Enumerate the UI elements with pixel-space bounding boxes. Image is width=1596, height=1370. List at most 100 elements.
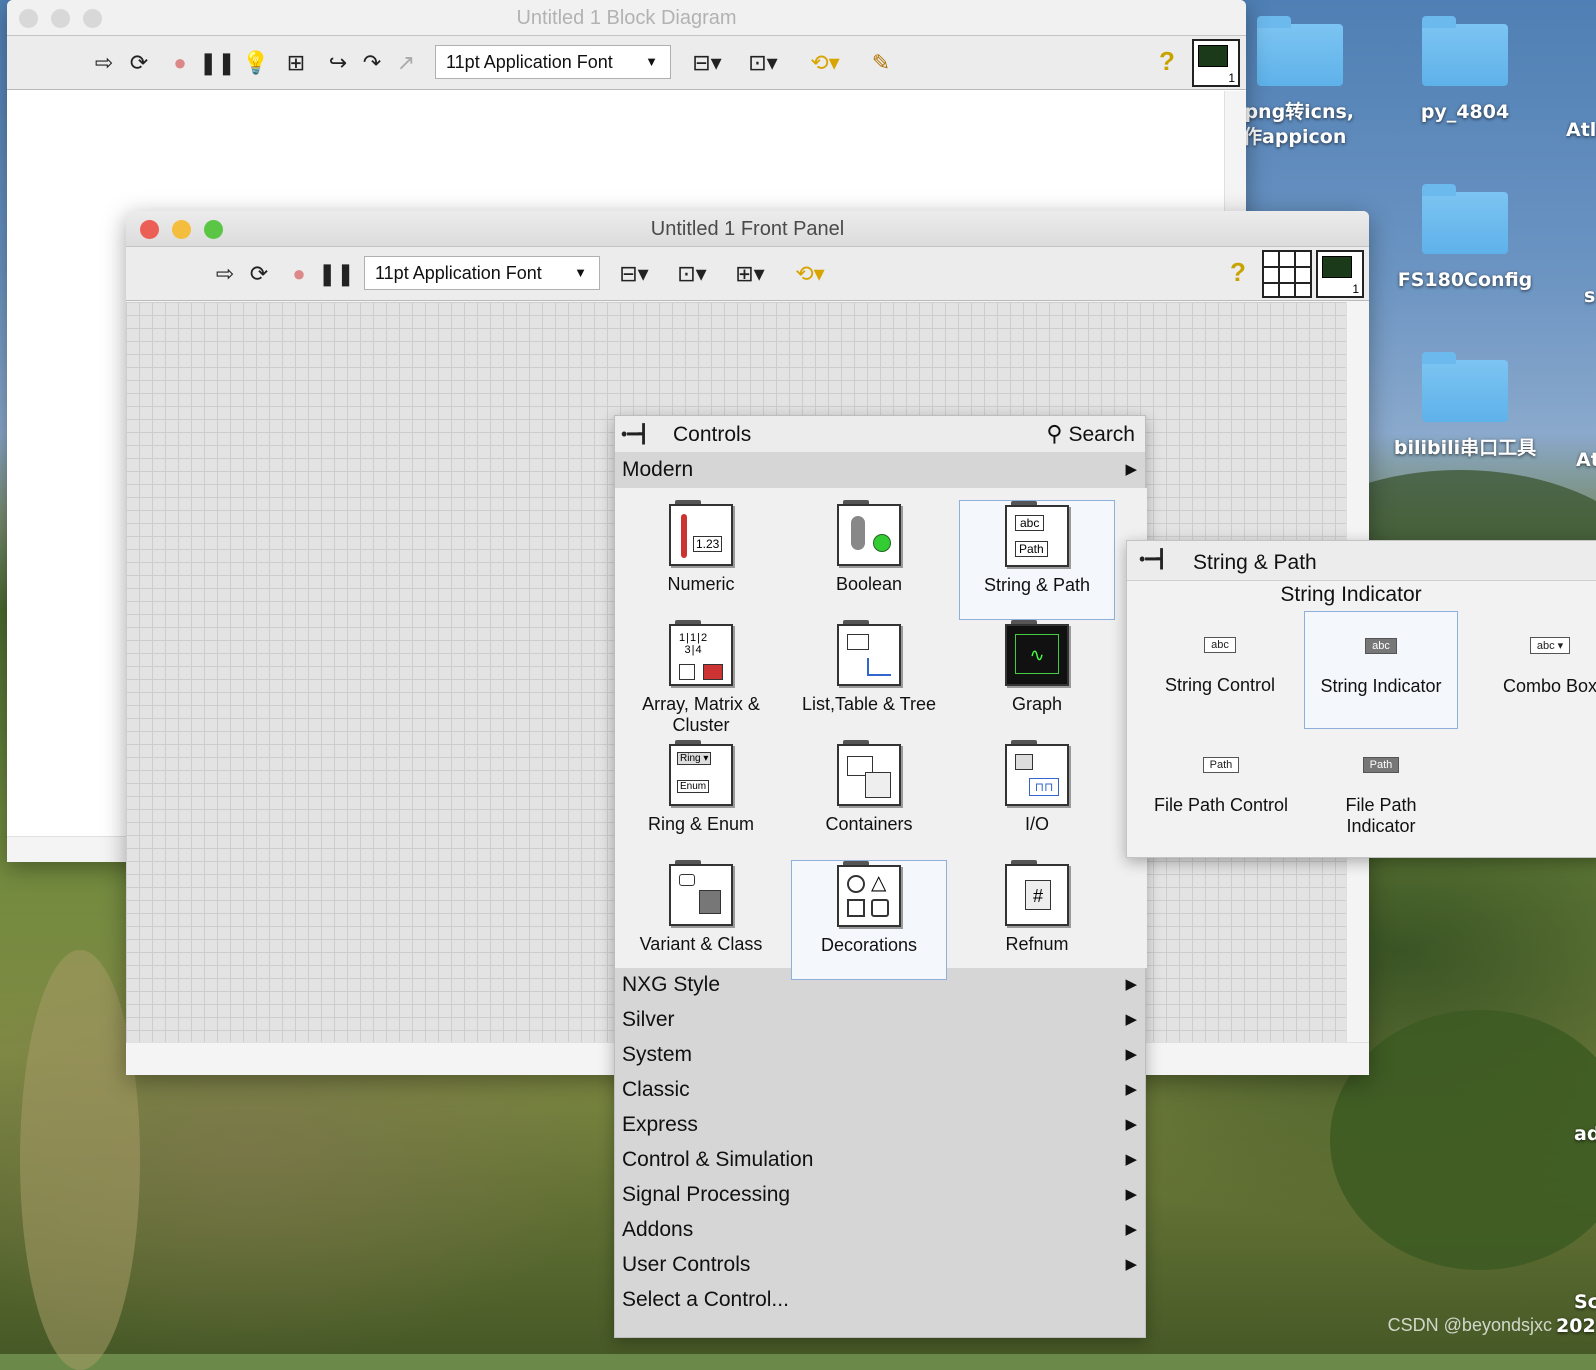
array-matrix-icon: 1|1|23|4 xyxy=(669,624,733,686)
desktop-folder-icon[interactable]: FS180Config xyxy=(1380,192,1550,293)
pin-icon[interactable]: •━┫ xyxy=(621,424,649,445)
tile-refnum[interactable]: # Refnum xyxy=(959,860,1115,980)
tile-graph[interactable]: ∿ Graph xyxy=(959,620,1115,740)
chevron-down-icon: ▼ xyxy=(574,257,587,289)
minimize-button[interactable] xyxy=(51,9,70,28)
minimize-button[interactable] xyxy=(172,220,191,239)
tile-decorations[interactable]: △ Decorations xyxy=(791,860,947,980)
desktop-item-partial[interactable]: At xyxy=(1576,434,1596,473)
desktop-item-partial[interactable]: s xyxy=(1584,270,1596,309)
select-a-control-item[interactable]: Select a Control... xyxy=(615,1282,1145,1317)
pause-icon[interactable]: ❚❚ xyxy=(318,259,348,289)
desktop-item-partial[interactable]: Atla xyxy=(1566,104,1596,143)
category-express[interactable]: Express ▶ xyxy=(615,1107,1145,1142)
tile-containers[interactable]: Containers xyxy=(791,740,947,860)
vi-icon-number: 1 xyxy=(1228,71,1235,85)
controls-palette[interactable]: •━┫ Controls ⚲Search Modern ▶ 1.23 Numer… xyxy=(614,415,1146,1338)
desktop-item-partial[interactable]: 202 xyxy=(1556,1300,1596,1339)
close-button[interactable] xyxy=(19,9,38,28)
sub-palette-title: String & Path xyxy=(1193,551,1317,575)
category-system[interactable]: System ▶ xyxy=(615,1037,1145,1072)
font-select[interactable]: 11pt Application Font ▼ xyxy=(364,256,600,290)
distribute-objects-icon[interactable]: ⊡▾ xyxy=(672,259,712,289)
distribute-objects-icon[interactable]: ⊡▾ xyxy=(743,48,783,78)
zoom-button[interactable] xyxy=(204,220,223,239)
category-modern[interactable]: Modern ▶ xyxy=(615,452,1145,487)
category-nxg-style[interactable]: NXG Style ▶ xyxy=(615,967,1145,1002)
desktop-folder-icon[interactable]: py_4804 xyxy=(1380,24,1550,125)
category-label: Addons xyxy=(622,1218,693,1241)
io-icon: ⊓⊓ xyxy=(1005,744,1069,806)
run-arrow-icon[interactable]: ⇨ xyxy=(89,48,119,78)
run-arrow-icon[interactable]: ⇨ xyxy=(210,259,240,289)
category-control-simulation[interactable]: Control & Simulation ▶ xyxy=(615,1142,1145,1177)
numeric-icon: 1.23 xyxy=(669,504,733,566)
category-silver[interactable]: Silver ▶ xyxy=(615,1002,1145,1037)
tile-file-path-control[interactable]: Path File Path Control xyxy=(1135,731,1307,849)
tile-string-indicator[interactable]: abc String Indicator xyxy=(1304,611,1458,729)
category-user-controls[interactable]: User Controls ▶ xyxy=(615,1247,1145,1282)
cleanup-diagram-icon[interactable]: ✎ xyxy=(861,48,901,78)
combo-box-glyph-text: abc xyxy=(1537,640,1555,652)
step-out-icon[interactable]: ↗ xyxy=(391,48,421,78)
folder-icon xyxy=(1422,192,1508,254)
tile-boolean[interactable]: Boolean xyxy=(791,500,947,620)
string-indicator-icon: abc xyxy=(1365,638,1397,654)
tile-string-path[interactable]: abc Path String & Path xyxy=(959,500,1115,620)
vi-icon[interactable]: 1 xyxy=(1316,250,1364,298)
tile-file-path-indicator[interactable]: Path File Path Indicator xyxy=(1304,731,1458,849)
desktop-folder-icon[interactable]: bilibili串口工具 xyxy=(1380,360,1550,461)
watermark-text: CSDN @beyondsjxc xyxy=(1388,1315,1552,1336)
reorder-icon[interactable]: ⟲▾ xyxy=(805,48,845,78)
tile-numeric[interactable]: 1.23 Numeric xyxy=(623,500,779,620)
highlight-execution-icon[interactable]: 💡 xyxy=(241,48,271,78)
block-diagram-titlebar[interactable]: Untitled 1 Block Diagram xyxy=(7,0,1246,36)
tile-string-control[interactable]: abc String Control xyxy=(1143,611,1297,729)
tile-list-table-tree[interactable]: List,Table & Tree xyxy=(791,620,947,740)
step-over-icon[interactable]: ↷ xyxy=(357,48,387,78)
string-path-palette[interactable]: •━┫ String & Path String Indicator abc S… xyxy=(1126,540,1596,858)
category-signal-processing[interactable]: Signal Processing ▶ xyxy=(615,1177,1145,1212)
help-icon[interactable]: ? xyxy=(1159,46,1175,77)
connector-pane-icon[interactable] xyxy=(1262,250,1312,298)
vi-icon[interactable]: 1 xyxy=(1192,39,1240,87)
tile-array-matrix-cluster[interactable]: 1|1|23|4 Array, Matrix & Cluster xyxy=(623,620,779,740)
run-continuous-icon[interactable]: ⟳ xyxy=(124,48,154,78)
tile-ring-enum[interactable]: Ring ▾ Enum Ring & Enum xyxy=(623,740,779,860)
category-addons[interactable]: Addons ▶ xyxy=(615,1212,1145,1247)
pin-icon[interactable]: •━┫ xyxy=(1139,549,1167,570)
font-select[interactable]: 11pt Application Font ▼ xyxy=(435,45,671,79)
chevron-right-icon: ▶ xyxy=(1125,1142,1137,1177)
pause-icon[interactable]: ❚❚ xyxy=(199,48,229,78)
resize-objects-icon[interactable]: ⊞▾ xyxy=(730,259,770,289)
reorder-icon[interactable]: ⟲▾ xyxy=(790,259,830,289)
tile-combo-box[interactable]: abc ▾ Combo Box xyxy=(1473,611,1596,729)
run-continuous-icon[interactable]: ⟳ xyxy=(244,259,274,289)
category-label: Modern xyxy=(622,458,693,481)
item-label: Atla xyxy=(1566,118,1596,143)
align-objects-icon[interactable]: ⊟▾ xyxy=(687,48,727,78)
tile-label: I/O xyxy=(959,814,1115,835)
step-into-icon[interactable]: ↪ xyxy=(323,48,353,78)
file-path-control-icon: Path xyxy=(1203,757,1240,773)
abort-icon[interactable]: ● xyxy=(284,259,314,289)
help-icon[interactable]: ? xyxy=(1230,257,1246,288)
abort-icon[interactable]: ● xyxy=(165,48,195,78)
tile-variant-class[interactable]: Variant & Class xyxy=(623,860,779,980)
tile-io[interactable]: ⊓⊓ I/O xyxy=(959,740,1115,860)
path-shape xyxy=(20,950,140,1370)
tile-label: Graph xyxy=(959,694,1115,715)
front-panel-titlebar[interactable]: Untitled 1 Front Panel xyxy=(126,211,1369,247)
close-button[interactable] xyxy=(140,220,159,239)
align-objects-icon[interactable]: ⊟▾ xyxy=(614,259,654,289)
category-classic[interactable]: Classic ▶ xyxy=(615,1072,1145,1107)
search-button[interactable]: ⚲Search xyxy=(1046,421,1135,447)
palette-title: Controls xyxy=(673,423,751,447)
font-select-value: 11pt Application Font xyxy=(446,52,613,72)
folder-label: py_4804 xyxy=(1380,100,1550,125)
retain-wire-values-icon[interactable]: ⊞ xyxy=(281,48,311,78)
folder-icon xyxy=(1422,24,1508,86)
zoom-button[interactable] xyxy=(83,9,102,28)
desktop-item-partial[interactable]: ad xyxy=(1574,1108,1596,1147)
tile-label: List,Table & Tree xyxy=(791,694,947,715)
